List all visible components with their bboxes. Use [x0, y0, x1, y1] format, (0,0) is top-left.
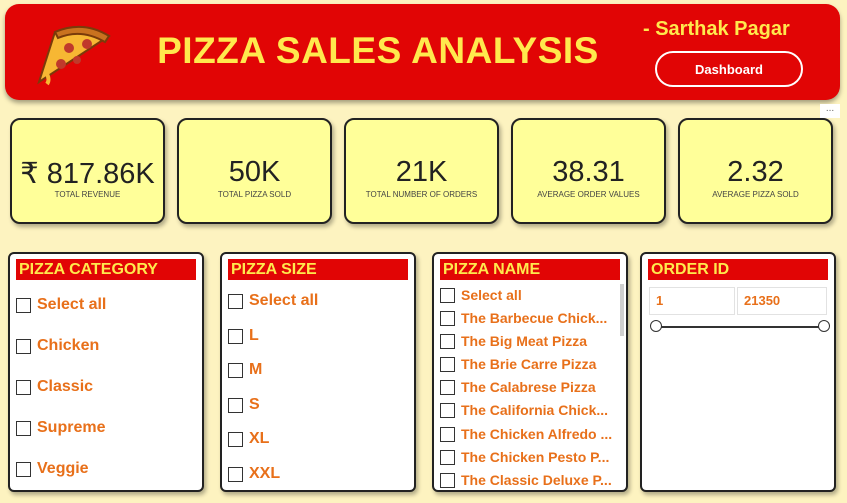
- author-name: - Sarthak Pagar: [643, 18, 790, 40]
- checkbox[interactable]: [440, 426, 455, 442]
- slicer-item-label: Supreme: [37, 419, 106, 436]
- slicer-item[interactable]: Supreme: [16, 419, 105, 437]
- kpi-label: AVERAGE ORDER VALUES: [537, 190, 640, 199]
- kpi-card-total-revenue: ₹ 817.86K TOTAL REVENUE: [10, 118, 165, 224]
- panel-title: PIZZA CATEGORY: [16, 259, 196, 280]
- kpi-value: 38.31: [552, 156, 625, 188]
- slicer-item-label: Select all: [37, 296, 107, 313]
- checkbox[interactable]: [228, 362, 243, 378]
- order-id-min-input[interactable]: 1: [649, 287, 735, 315]
- dashboard-button[interactable]: Dashboard: [655, 51, 803, 87]
- checkbox[interactable]: [228, 293, 243, 309]
- checkbox[interactable]: [440, 472, 455, 488]
- slicer-item[interactable]: The Chicken Pesto P...: [440, 449, 609, 465]
- slicer-item-label: The California Chick...: [461, 402, 609, 418]
- slicer-item[interactable]: Chicken: [16, 337, 99, 355]
- checkbox[interactable]: [16, 461, 31, 477]
- checkbox[interactable]: [440, 402, 455, 418]
- slicer-item[interactable]: XL: [228, 430, 269, 448]
- slicer-item-label: The Chicken Pesto P...: [461, 449, 610, 465]
- slicer-item-label: The Classic Deluxe P...: [461, 472, 612, 488]
- header-banner: PIZZA SALES ANALYSIS - Sarthak Pagar Das…: [5, 4, 840, 100]
- slicer-item[interactable]: The Big Meat Pizza: [440, 333, 587, 349]
- checkbox[interactable]: [228, 431, 243, 447]
- slicer-item-label: Select all: [249, 292, 319, 309]
- checkbox[interactable]: [228, 328, 243, 344]
- slicer-item-label: XL: [249, 430, 270, 447]
- scrollbar[interactable]: [620, 284, 624, 336]
- slicer-item[interactable]: Select all: [228, 292, 318, 310]
- checkbox[interactable]: [440, 449, 455, 465]
- slicer-item[interactable]: The Barbecue Chick...: [440, 310, 607, 326]
- checkbox[interactable]: [440, 310, 455, 326]
- slicer-item-label: Select all: [461, 287, 522, 303]
- slicer-item[interactable]: The Chicken Alfredo ...: [440, 426, 612, 442]
- checkbox[interactable]: [440, 379, 455, 395]
- pizza-slice-icon: [37, 25, 111, 86]
- slicer-item-label: XXL: [249, 465, 281, 482]
- checkbox[interactable]: [16, 338, 31, 354]
- panel-title: PIZZA NAME: [440, 259, 620, 280]
- kpi-value: 2.32: [727, 156, 784, 188]
- slider-handle-max[interactable]: [818, 320, 830, 332]
- pizza-category-slicer: PIZZA CATEGORY Select all Chicken Classi…: [8, 252, 204, 492]
- slider-handle-min[interactable]: [650, 320, 662, 332]
- slicer-item-label: The Barbecue Chick...: [461, 310, 608, 326]
- order-id-slicer: ORDER ID 1 21350: [640, 252, 836, 492]
- kpi-label: AVERAGE PIZZA SOLD: [712, 190, 799, 199]
- kpi-value: 50K: [228, 156, 281, 188]
- kpi-card-total-orders: 21K TOTAL NUMBER OF ORDERS: [344, 118, 499, 224]
- pizza-name-slicer: PIZZA NAME Select all The Barbecue Chick…: [432, 252, 628, 492]
- slider-track: [656, 326, 824, 328]
- slicer-item[interactable]: Select all: [16, 296, 106, 314]
- checkbox[interactable]: [228, 397, 243, 413]
- pizza-size-slicer: PIZZA SIZE Select all L M S XL XXL: [220, 252, 416, 492]
- kpi-card-average-pizza-sold: 2.32 AVERAGE PIZZA SOLD: [678, 118, 833, 224]
- slicer-item-label: S: [249, 396, 260, 413]
- slicer-item[interactable]: The Brie Carre Pizza: [440, 356, 596, 372]
- slicer-item-label: M: [249, 361, 263, 378]
- kpi-label: TOTAL PIZZA SOLD: [217, 190, 292, 199]
- slicer-item-label: L: [249, 327, 259, 344]
- slicer-item-label: The Calabrese Pizza: [461, 379, 596, 395]
- checkbox[interactable]: [16, 297, 31, 313]
- slicer-item[interactable]: Classic: [16, 378, 93, 396]
- slicer-item[interactable]: L: [228, 327, 259, 345]
- panel-title: ORDER ID: [648, 259, 828, 280]
- slicer-item-label: The Big Meat Pizza: [461, 333, 588, 349]
- checkbox[interactable]: [16, 379, 31, 395]
- slicer-item[interactable]: M: [228, 361, 262, 379]
- slicer-item[interactable]: Select all: [440, 287, 522, 303]
- slicer-item[interactable]: The Classic Deluxe P...: [440, 472, 612, 488]
- slicer-item-label: The Chicken Alfredo ...: [461, 426, 613, 442]
- checkbox[interactable]: [16, 420, 31, 436]
- slicer-item[interactable]: The Calabrese Pizza: [440, 379, 596, 395]
- kpi-card-average-order-value: 38.31 AVERAGE ORDER VALUES: [511, 118, 666, 224]
- slicer-item[interactable]: S: [228, 396, 260, 414]
- checkbox[interactable]: [440, 356, 455, 372]
- checkbox[interactable]: [440, 287, 455, 303]
- kpi-card-total-pizza-sold: 50K TOTAL PIZZA SOLD: [177, 118, 332, 224]
- slicer-item[interactable]: Veggie: [16, 460, 89, 478]
- kpi-value: 21K: [395, 156, 448, 188]
- slicer-item-label: The Brie Carre Pizza: [461, 356, 597, 372]
- page-title: PIZZA SALES ANALYSIS: [157, 30, 599, 71]
- order-id-max-input[interactable]: 21350: [737, 287, 827, 315]
- slicer-item-label: Veggie: [37, 460, 89, 477]
- checkbox[interactable]: [440, 333, 455, 349]
- slicer-item-label: Chicken: [37, 337, 100, 354]
- panel-title: PIZZA SIZE: [228, 259, 408, 280]
- slicer-item-label: Classic: [37, 378, 94, 395]
- kpi-label: TOTAL REVENUE: [54, 190, 121, 199]
- kpi-label: TOTAL NUMBER OF ORDERS: [365, 190, 478, 199]
- slicer-item[interactable]: The California Chick...: [440, 402, 608, 418]
- more-options-icon[interactable]: ...: [820, 104, 840, 118]
- kpi-value: ₹ 817.86K: [20, 158, 155, 190]
- checkbox[interactable]: [228, 466, 243, 482]
- slicer-item[interactable]: XXL: [228, 465, 280, 483]
